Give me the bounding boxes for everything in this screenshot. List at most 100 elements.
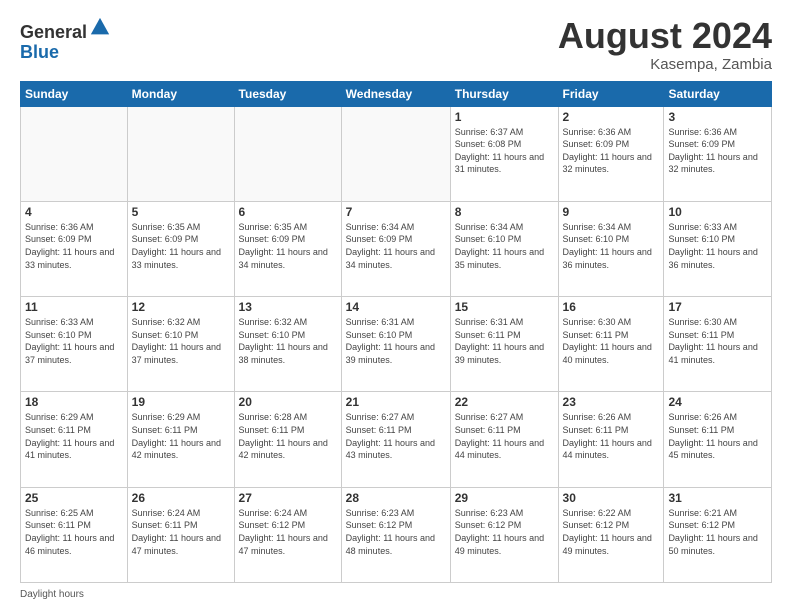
day-number: 19 [132,395,230,409]
day-info: Sunrise: 6:24 AM Sunset: 6:12 PM Dayligh… [239,507,337,557]
day-number: 12 [132,300,230,314]
logo-icon [89,16,111,38]
calendar-day-cell: 3 Sunrise: 6:36 AM Sunset: 6:09 PM Daylig… [664,106,772,201]
location: Kasempa, Zambia [558,56,772,73]
weekday-header-sunday: Sunday [21,81,128,106]
footer-label: Daylight hours [20,589,84,600]
day-info: Sunrise: 6:35 AM Sunset: 6:09 PM Dayligh… [239,221,337,271]
calendar-day-cell: 31 Sunrise: 6:21 AM Sunset: 6:12 PM Dayli… [664,487,772,582]
calendar-day-cell: 25 Sunrise: 6:25 AM Sunset: 6:11 PM Dayli… [21,487,128,582]
calendar-footer: Daylight hours [20,589,772,600]
day-number: 7 [346,205,446,219]
logo-general: General [20,22,87,42]
day-info: Sunrise: 6:26 AM Sunset: 6:11 PM Dayligh… [668,411,767,461]
calendar-day-cell: 26 Sunrise: 6:24 AM Sunset: 6:11 PM Dayli… [127,487,234,582]
title-block: August 2024 Kasempa, Zambia [558,16,772,73]
day-number: 18 [25,395,123,409]
day-number: 10 [668,205,767,219]
day-info: Sunrise: 6:29 AM Sunset: 6:11 PM Dayligh… [132,411,230,461]
month-title: August 2024 [558,16,772,56]
day-info: Sunrise: 6:35 AM Sunset: 6:09 PM Dayligh… [132,221,230,271]
calendar-day-cell: 29 Sunrise: 6:23 AM Sunset: 6:12 PM Dayli… [450,487,558,582]
calendar-day-cell: 8 Sunrise: 6:34 AM Sunset: 6:10 PM Daylig… [450,201,558,296]
day-info: Sunrise: 6:27 AM Sunset: 6:11 PM Dayligh… [346,411,446,461]
calendar-day-cell: 9 Sunrise: 6:34 AM Sunset: 6:10 PM Daylig… [558,201,664,296]
calendar-day-cell: 16Sunrise: 6:30 AM Sunset: 6:11 PM Dayli… [558,297,664,392]
calendar-day-cell: 14 Sunrise: 6:31 AM Sunset: 6:10 PM Dayli… [341,297,450,392]
calendar-day-cell: 27 Sunrise: 6:24 AM Sunset: 6:12 PM Dayli… [234,487,341,582]
day-number: 22 [455,395,554,409]
day-number: 25 [25,491,123,505]
calendar-day-cell: 13Sunrise: 6:32 AM Sunset: 6:10 PM Dayli… [234,297,341,392]
calendar-week-row: 4 Sunrise: 6:36 AM Sunset: 6:09 PM Daylig… [21,201,772,296]
page-header: General Blue August 2024 Kasempa, Zambia [20,16,772,73]
day-info: Sunrise: 6:25 AM Sunset: 6:11 PM Dayligh… [25,507,123,557]
day-number: 14 [346,300,446,314]
calendar-day-cell: 2Sunrise: 6:36 AM Sunset: 6:09 PM Daylig… [558,106,664,201]
day-number: 1 [455,110,554,124]
weekday-header-row: SundayMondayTuesdayWednesdayThursdayFrid… [21,81,772,106]
calendar-day-cell [341,106,450,201]
day-info: Sunrise: 6:28 AM Sunset: 6:11 PM Dayligh… [239,411,337,461]
day-number: 26 [132,491,230,505]
calendar-week-row: 18 Sunrise: 6:29 AM Sunset: 6:11 PM Dayli… [21,392,772,487]
day-number: 20 [239,395,337,409]
calendar-day-cell: 6 Sunrise: 6:35 AM Sunset: 6:09 PM Daylig… [234,201,341,296]
day-number: 29 [455,491,554,505]
day-info: Sunrise: 6:30 AM Sunset: 6:11 PM Dayligh… [668,316,767,366]
day-info: Sunrise: 6:22 AM Sunset: 6:12 PM Dayligh… [563,507,660,557]
day-info: Sunrise: 6:32 AM Sunset: 6:10 PM Dayligh… [132,316,230,366]
day-info: Sunrise: 6:34 AM Sunset: 6:10 PM Dayligh… [563,221,660,271]
day-info: Sunrise: 6:36 AM Sunset: 6:09 PM Dayligh… [25,221,123,271]
day-number: 31 [668,491,767,505]
calendar-day-cell: 21Sunrise: 6:27 AM Sunset: 6:11 PM Dayli… [341,392,450,487]
day-info: Sunrise: 6:27 AM Sunset: 6:11 PM Dayligh… [455,411,554,461]
day-number: 27 [239,491,337,505]
calendar-day-cell [234,106,341,201]
day-info: Sunrise: 6:36 AM Sunset: 6:09 PM Dayligh… [668,126,767,176]
day-info: Sunrise: 6:33 AM Sunset: 6:10 PM Dayligh… [668,221,767,271]
calendar-day-cell: 19 Sunrise: 6:29 AM Sunset: 6:11 PM Dayli… [127,392,234,487]
calendar-day-cell: 7Sunrise: 6:34 AM Sunset: 6:09 PM Daylig… [341,201,450,296]
day-number: 8 [455,205,554,219]
day-number: 9 [563,205,660,219]
calendar-day-cell: 15 Sunrise: 6:31 AM Sunset: 6:11 PM Dayli… [450,297,558,392]
calendar-day-cell: 4 Sunrise: 6:36 AM Sunset: 6:09 PM Daylig… [21,201,128,296]
calendar-day-cell: 10 Sunrise: 6:33 AM Sunset: 6:10 PM Dayli… [664,201,772,296]
day-info: Sunrise: 6:31 AM Sunset: 6:11 PM Dayligh… [455,316,554,366]
logo: General Blue [20,16,111,63]
logo-blue: Blue [20,42,59,62]
calendar-day-cell: 5Sunrise: 6:35 AM Sunset: 6:09 PM Daylig… [127,201,234,296]
day-number: 17 [668,300,767,314]
calendar-day-cell: 20 Sunrise: 6:28 AM Sunset: 6:11 PM Dayli… [234,392,341,487]
day-info: Sunrise: 6:36 AM Sunset: 6:09 PM Dayligh… [563,126,660,176]
calendar-week-row: 11Sunrise: 6:33 AM Sunset: 6:10 PM Dayli… [21,297,772,392]
day-info: Sunrise: 6:23 AM Sunset: 6:12 PM Dayligh… [455,507,554,557]
day-info: Sunrise: 6:37 AM Sunset: 6:08 PM Dayligh… [455,126,554,176]
calendar-day-cell: 11Sunrise: 6:33 AM Sunset: 6:10 PM Dayli… [21,297,128,392]
weekday-header-friday: Friday [558,81,664,106]
day-number: 13 [239,300,337,314]
calendar-day-cell: 1 Sunrise: 6:37 AM Sunset: 6:08 PM Daylig… [450,106,558,201]
calendar-day-cell: 24 Sunrise: 6:26 AM Sunset: 6:11 PM Dayli… [664,392,772,487]
day-info: Sunrise: 6:21 AM Sunset: 6:12 PM Dayligh… [668,507,767,557]
weekday-header-saturday: Saturday [664,81,772,106]
calendar-week-row: 1 Sunrise: 6:37 AM Sunset: 6:08 PM Daylig… [21,106,772,201]
day-number: 4 [25,205,123,219]
day-info: Sunrise: 6:31 AM Sunset: 6:10 PM Dayligh… [346,316,446,366]
day-number: 15 [455,300,554,314]
day-info: Sunrise: 6:24 AM Sunset: 6:11 PM Dayligh… [132,507,230,557]
day-info: Sunrise: 6:33 AM Sunset: 6:10 PM Dayligh… [25,316,123,366]
day-number: 30 [563,491,660,505]
calendar-day-cell: 22 Sunrise: 6:27 AM Sunset: 6:11 PM Dayli… [450,392,558,487]
day-number: 24 [668,395,767,409]
calendar-day-cell: 30 Sunrise: 6:22 AM Sunset: 6:12 PM Dayli… [558,487,664,582]
day-number: 3 [668,110,767,124]
calendar-day-cell: 28Sunrise: 6:23 AM Sunset: 6:12 PM Dayli… [341,487,450,582]
calendar-day-cell: 12 Sunrise: 6:32 AM Sunset: 6:10 PM Dayli… [127,297,234,392]
day-info: Sunrise: 6:34 AM Sunset: 6:10 PM Dayligh… [455,221,554,271]
day-info: Sunrise: 6:23 AM Sunset: 6:12 PM Dayligh… [346,507,446,557]
calendar-day-cell: 18Sunrise: 6:29 AM Sunset: 6:11 PM Dayli… [21,392,128,487]
calendar-week-row: 25 Sunrise: 6:25 AM Sunset: 6:11 PM Dayli… [21,487,772,582]
day-number: 6 [239,205,337,219]
